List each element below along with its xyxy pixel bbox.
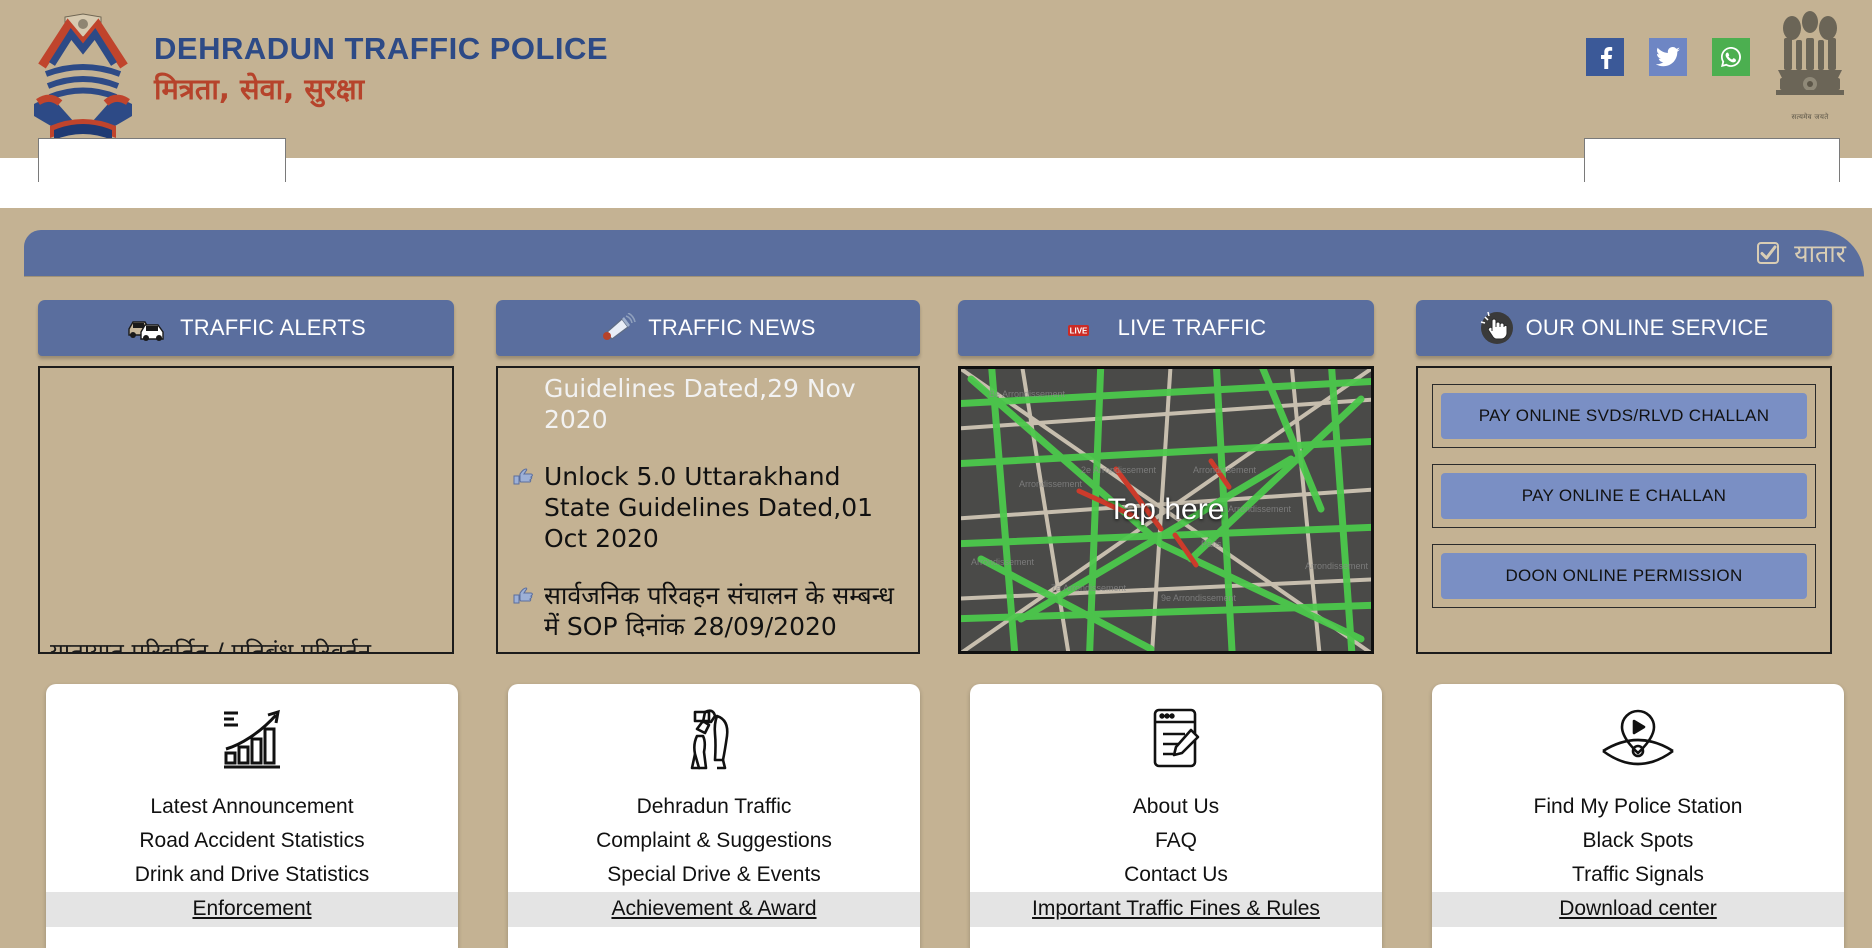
dehradun-traffic-police-logo-icon bbox=[24, 4, 142, 144]
news-item-text: Unlock 5.0 Uttarakhand State Guidelines … bbox=[544, 462, 874, 553]
map-tap-overlay[interactable]: Tap here bbox=[961, 493, 1371, 527]
link-latest-announcement[interactable]: Latest Announcement bbox=[46, 790, 458, 824]
news-item-text: सार्वजनिक परिवहन संचालन के सम्बन्ध में S… bbox=[544, 581, 894, 641]
traffic-police-officer-icon bbox=[681, 702, 747, 774]
panel-title-traffic-alerts: TRAFFIC ALERTS bbox=[180, 315, 366, 340]
card-dehradun-traffic: Dehradun Traffic Complaint & Suggestions… bbox=[508, 684, 920, 948]
link-enforcement[interactable]: Enforcement bbox=[46, 892, 458, 927]
link-contact-us[interactable]: Contact Us bbox=[970, 858, 1382, 892]
doon-online-permission-button[interactable]: DOON ONLINE PERMISSION bbox=[1441, 553, 1807, 599]
card-about: About Us FAQ Contact Us Important Traffi… bbox=[970, 684, 1382, 948]
bar-chart-growth-icon bbox=[216, 702, 288, 774]
service-cell: PAY ONLINE SVDS/RLVD CHALLAN bbox=[1432, 384, 1816, 448]
whatsapp-icon[interactable] bbox=[1712, 38, 1750, 76]
panel-body-traffic-alerts[interactable]: यातायात परिवर्तित / प्रतिबंध परिवर्तन bbox=[38, 366, 454, 654]
page-root: DEHRADUN TRAFFIC POLICE मित्रता, सेवा, स… bbox=[0, 0, 1872, 948]
panel-row: TRAFFIC ALERTS यातायात परिवर्तित / प्रति… bbox=[0, 300, 1872, 672]
panel-header-traffic-news[interactable]: TRAFFIC NEWS bbox=[496, 300, 920, 356]
link-achievement-award[interactable]: Achievement & Award bbox=[508, 892, 920, 927]
pointing-hand-icon bbox=[512, 368, 534, 373]
link-faq[interactable]: FAQ bbox=[970, 824, 1382, 858]
ribbon[interactable]: यातार bbox=[24, 230, 1864, 276]
svg-text:Be Arrondissement: Be Arrondissement bbox=[989, 389, 1066, 399]
svg-text:Paris: Paris bbox=[1201, 539, 1222, 549]
pay-online-svds-rlvd-challan-button[interactable]: PAY ONLINE SVDS/RLVD CHALLAN bbox=[1441, 393, 1807, 439]
card-link-list: About Us FAQ Contact Us Important Traffi… bbox=[970, 790, 1382, 927]
live-badge-icon: LIVE bbox=[1066, 314, 1106, 342]
svg-text:Arrondissement: Arrondissement bbox=[1193, 465, 1257, 475]
clicking-hand-icon bbox=[1480, 311, 1514, 345]
link-traffic-signals[interactable]: Traffic Signals bbox=[1432, 858, 1844, 892]
panel-title-live-traffic: LIVE TRAFFIC bbox=[1117, 315, 1267, 340]
two-cars-icon bbox=[126, 315, 168, 341]
panel-header-live-traffic[interactable]: LIVE LIVE TRAFFIC bbox=[958, 300, 1374, 356]
svg-text:7e Arrondissement: 7e Arrondissement bbox=[1051, 583, 1127, 593]
nav-strip bbox=[0, 138, 1872, 208]
ribbon-label: यातार bbox=[1794, 239, 1846, 268]
link-drink-and-drive-statistics[interactable]: Drink and Drive Statistics bbox=[46, 858, 458, 892]
panel-header-online-service[interactable]: OUR ONLINE SERVICE bbox=[1416, 300, 1832, 356]
card-find-station: Find My Police Station Black Spots Traff… bbox=[1432, 684, 1844, 948]
pointing-hand-icon bbox=[512, 467, 534, 492]
news-item-text: Uttarakhand State Guidelines Dated,29 No… bbox=[544, 368, 856, 434]
panel-body-traffic-news[interactable]: Uttarakhand State Guidelines Dated,29 No… bbox=[496, 366, 920, 654]
live-traffic-map[interactable]: Be Arrondissement Arrondissement 2e Arro… bbox=[958, 366, 1374, 654]
news-list: Uttarakhand State Guidelines Dated,29 No… bbox=[512, 368, 904, 652]
card-link-list: Find My Police Station Black Spots Traff… bbox=[1432, 790, 1844, 927]
service-cell: PAY ONLINE E CHALLAN bbox=[1432, 464, 1816, 528]
facebook-icon[interactable] bbox=[1586, 38, 1624, 76]
service-cell: DOON ONLINE PERMISSION bbox=[1432, 544, 1816, 608]
link-download-center[interactable]: Download center bbox=[1432, 892, 1844, 927]
brand-title-en: DEHRADUN TRAFFIC POLICE bbox=[154, 30, 609, 66]
news-item[interactable]: Uttarakhand State Guidelines Dated,29 No… bbox=[512, 368, 904, 435]
panel-title-traffic-news: TRAFFIC NEWS bbox=[648, 315, 816, 340]
panel-body-online-service: PAY ONLINE SVDS/RLVD CHALLAN PAY ONLINE … bbox=[1416, 366, 1832, 654]
card-link-list: Latest Announcement Road Accident Statis… bbox=[46, 790, 458, 927]
megaphone-icon bbox=[600, 313, 637, 343]
ribbon-item[interactable]: यातार bbox=[1756, 236, 1846, 270]
brand[interactable]: DEHRADUN TRAFFIC POLICE मित्रता, सेवा, स… bbox=[24, 4, 608, 144]
svg-text:2e Arrondissement: 2e Arrondissement bbox=[1081, 465, 1157, 475]
panel-traffic-alerts: TRAFFIC ALERTS यातायात परिवर्तित / प्रति… bbox=[38, 300, 454, 654]
nav-strip-box-left[interactable] bbox=[38, 138, 286, 182]
form-edit-icon bbox=[1145, 702, 1207, 774]
ashoka-emblem-icon: सत्यमेव जयते bbox=[1770, 6, 1850, 124]
location-pin-play-icon bbox=[1595, 702, 1681, 774]
panel-traffic-news: TRAFFIC NEWS Uttarakhand State Guideline… bbox=[496, 300, 920, 654]
ribbon-bar: यातार bbox=[0, 208, 1872, 276]
twitter-icon[interactable] bbox=[1649, 38, 1687, 76]
svg-text:LIVE: LIVE bbox=[1069, 326, 1087, 335]
svg-text:9e Arrondissement: 9e Arrondissement bbox=[1161, 593, 1237, 603]
panel-title-online-service: OUR ONLINE SERVICE bbox=[1525, 315, 1769, 340]
card-statistics: Latest Announcement Road Accident Statis… bbox=[46, 684, 458, 948]
link-find-my-police-station[interactable]: Find My Police Station bbox=[1432, 790, 1844, 824]
news-item[interactable]: Unlock 5.0 Uttarakhand State Guidelines … bbox=[512, 461, 904, 554]
link-dehradun-traffic[interactable]: Dehradun Traffic bbox=[508, 790, 920, 824]
panel-online-service: OUR ONLINE SERVICE PAY ONLINE SVDS/RLVD … bbox=[1416, 300, 1832, 654]
site-header: DEHRADUN TRAFFIC POLICE मित्रता, सेवा, स… bbox=[0, 0, 1872, 158]
brand-title-hi: मित्रता, सेवा, सुरक्षा bbox=[154, 71, 365, 106]
news-item[interactable]: सार्वजनिक परिवहन संचालन के सम्बन्ध में S… bbox=[512, 580, 904, 642]
link-important-traffic-fines-rules[interactable]: Important Traffic Fines & Rules bbox=[970, 892, 1382, 927]
checkbox-checked-icon bbox=[1756, 241, 1780, 265]
svg-text:Arrondissement: Arrondissement bbox=[1019, 479, 1083, 489]
emblem-caption: सत्यमेव जयते bbox=[1791, 113, 1829, 121]
link-special-drive-events[interactable]: Special Drive & Events bbox=[508, 858, 920, 892]
link-road-accident-statistics[interactable]: Road Accident Statistics bbox=[46, 824, 458, 858]
nav-strip-box-right[interactable] bbox=[1584, 138, 1840, 182]
card-link-list: Dehradun Traffic Complaint & Suggestions… bbox=[508, 790, 920, 927]
pay-online-e-challan-button[interactable]: PAY ONLINE E CHALLAN bbox=[1441, 473, 1807, 519]
svg-text:Arrondissement: Arrondissement bbox=[971, 557, 1035, 567]
link-black-spots[interactable]: Black Spots bbox=[1432, 824, 1844, 858]
panel-header-traffic-alerts[interactable]: TRAFFIC ALERTS bbox=[38, 300, 454, 356]
alerts-partial-text: यातायात परिवर्तित / प्रतिबंध परिवर्तन bbox=[50, 638, 372, 654]
link-complaint-suggestions[interactable]: Complaint & Suggestions bbox=[508, 824, 920, 858]
social-links bbox=[1586, 38, 1750, 76]
panel-live-traffic: LIVE LIVE TRAFFIC Be Arrondissement Arro… bbox=[958, 300, 1374, 654]
link-about-us[interactable]: About Us bbox=[970, 790, 1382, 824]
link-card-row: Latest Announcement Road Accident Statis… bbox=[0, 684, 1872, 948]
pointing-hand-icon bbox=[512, 586, 534, 611]
svg-text:Arrondissement: Arrondissement bbox=[1305, 561, 1369, 571]
